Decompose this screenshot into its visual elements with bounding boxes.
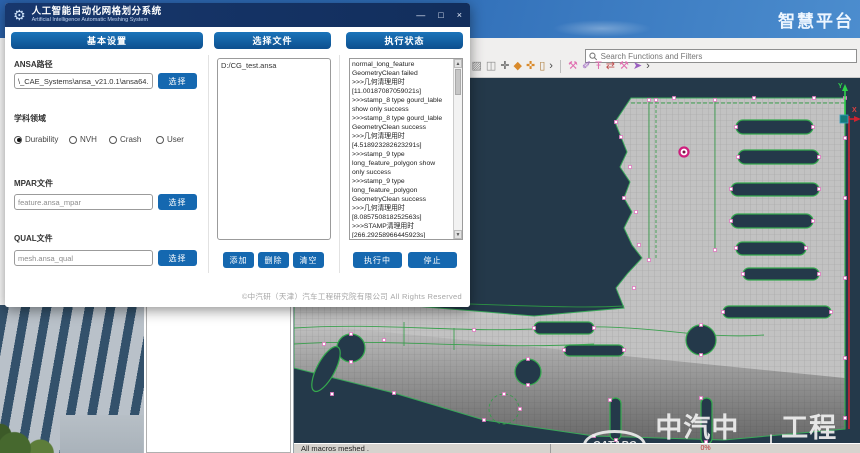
radio-dot-icon bbox=[14, 136, 22, 144]
mpar-file-input[interactable] bbox=[14, 194, 153, 210]
section-exec-status[interactable]: 执行状态 bbox=[346, 32, 463, 49]
watermark-divider: | bbox=[768, 431, 775, 443]
bell-icon[interactable]: ◆ bbox=[512, 59, 524, 74]
minimize-button[interactable]: — bbox=[416, 10, 425, 20]
file-list-item[interactable]: D:/CG_test.ansa bbox=[221, 61, 327, 70]
toolbar-separator bbox=[560, 60, 561, 73]
close-button[interactable]: × bbox=[457, 10, 462, 20]
clear-files-button[interactable]: 清空 bbox=[293, 252, 324, 268]
section-basic-settings[interactable]: 基本设置 bbox=[11, 32, 203, 49]
add-file-button[interactable]: 添加 bbox=[223, 252, 254, 268]
catarc-watermark: CATARC 中汽中心 | 工程院 bbox=[583, 406, 860, 443]
mpar-browse-button[interactable]: 选择 bbox=[158, 194, 197, 210]
watermark-text-right: 工程院 bbox=[781, 406, 860, 443]
ansa-path-input[interactable] bbox=[14, 73, 153, 89]
app-logo-icon: ⚙ bbox=[13, 7, 26, 24]
clamp-icon[interactable]: Ŧ bbox=[593, 59, 604, 74]
dialog-subtitle: Artificial Intelligence Automatic Meshin… bbox=[32, 18, 162, 24]
arrow-tool-icon[interactable]: ➤ bbox=[631, 59, 644, 74]
watermark-text-left: 中汽中心 bbox=[655, 406, 762, 443]
dialog-title-bar[interactable]: ⚙ 人工智能自动化网格划分系统 Artificial Intelligence … bbox=[5, 3, 470, 27]
boundary-lines bbox=[845, 98, 849, 429]
progress-indicator: 0% bbox=[550, 444, 860, 453]
status-message: All macros meshed . bbox=[301, 444, 369, 453]
swap-arrows-icon[interactable]: ⇄ bbox=[604, 59, 617, 74]
building-photo bbox=[0, 305, 144, 453]
execution-log[interactable]: normal_long_feature GeometryClean failed… bbox=[349, 58, 463, 240]
wrench-icon[interactable]: ⚒ bbox=[566, 59, 580, 74]
mpar-file-label: MPAR文件 bbox=[14, 178, 53, 189]
radio-dot-icon bbox=[109, 136, 117, 144]
radio-nvh[interactable]: NVH bbox=[69, 135, 109, 144]
ansa-path-browse-button[interactable]: 选择 bbox=[158, 73, 197, 89]
panel-chevron-icon[interactable]: › bbox=[547, 59, 555, 74]
ansa-path-label: ANSA路径 bbox=[14, 59, 53, 70]
tools-chevron-icon[interactable]: › bbox=[644, 59, 652, 74]
file-listbox[interactable]: D:/CG_test.ansa bbox=[217, 58, 331, 240]
copyright-footer: ©中汽研（天津）汽车工程研究院有限公司 All Rights Reserved bbox=[242, 291, 462, 302]
maximize-button[interactable]: □ bbox=[438, 10, 443, 20]
move-icon[interactable]: ✛ bbox=[498, 59, 511, 74]
translate-icon[interactable]: ✜ bbox=[524, 59, 537, 74]
ansa-status-bar: All macros meshed . 0% bbox=[294, 443, 860, 453]
column-divider bbox=[339, 55, 340, 273]
radio-durability[interactable]: Durability bbox=[14, 135, 69, 144]
meshing-dialog: ⚙ 人工智能自动化网格划分系统 Artificial Intelligence … bbox=[5, 3, 470, 307]
axis-x-label: X bbox=[852, 107, 857, 114]
domain-label: 学科领域 bbox=[14, 113, 46, 124]
radio-dot-icon bbox=[69, 136, 77, 144]
qual-browse-button[interactable]: 选择 bbox=[158, 250, 197, 266]
radio-dot-icon bbox=[156, 136, 164, 144]
scrollbar-thumb[interactable] bbox=[455, 69, 461, 95]
catarc-logo: CATARC bbox=[583, 430, 646, 443]
edit-sheet-icon[interactable]: ✐ bbox=[580, 59, 593, 74]
page-side-panel bbox=[146, 304, 291, 453]
column-divider bbox=[208, 55, 209, 273]
delete-trash-icon[interactable]: ◫ bbox=[484, 59, 498, 74]
dialog-title: 人工智能自动化网格划分系统 bbox=[32, 7, 162, 17]
platform-brand: 智慧平台 bbox=[778, 7, 854, 32]
delete-file-button[interactable]: 删除 bbox=[258, 252, 289, 268]
qual-file-label: QUAL文件 bbox=[14, 233, 53, 244]
running-button[interactable]: 执行中 bbox=[353, 252, 402, 268]
grid-light-icon[interactable]: ▨ bbox=[470, 59, 484, 74]
hammer-icon[interactable]: ⚒ bbox=[617, 59, 631, 74]
domain-radio-group: Durability NVH Crash User bbox=[14, 135, 204, 144]
panel-icon[interactable]: ▯ bbox=[537, 59, 547, 74]
log-scrollbar[interactable]: ▲ ▼ bbox=[453, 59, 462, 239]
scroll-down-icon[interactable]: ▼ bbox=[454, 230, 462, 239]
radio-crash[interactable]: Crash bbox=[109, 135, 156, 144]
section-select-files[interactable]: 选择文件 bbox=[214, 32, 331, 49]
scroll-up-icon[interactable]: ▲ bbox=[454, 59, 462, 68]
qual-file-input[interactable] bbox=[14, 250, 153, 266]
log-text: normal_long_feature GeometryClean failed… bbox=[352, 60, 451, 238]
radio-user[interactable]: User bbox=[156, 135, 184, 144]
axis-y-label: Y bbox=[838, 83, 843, 90]
stop-button[interactable]: 停止 bbox=[408, 252, 457, 268]
hot-point bbox=[680, 148, 689, 157]
